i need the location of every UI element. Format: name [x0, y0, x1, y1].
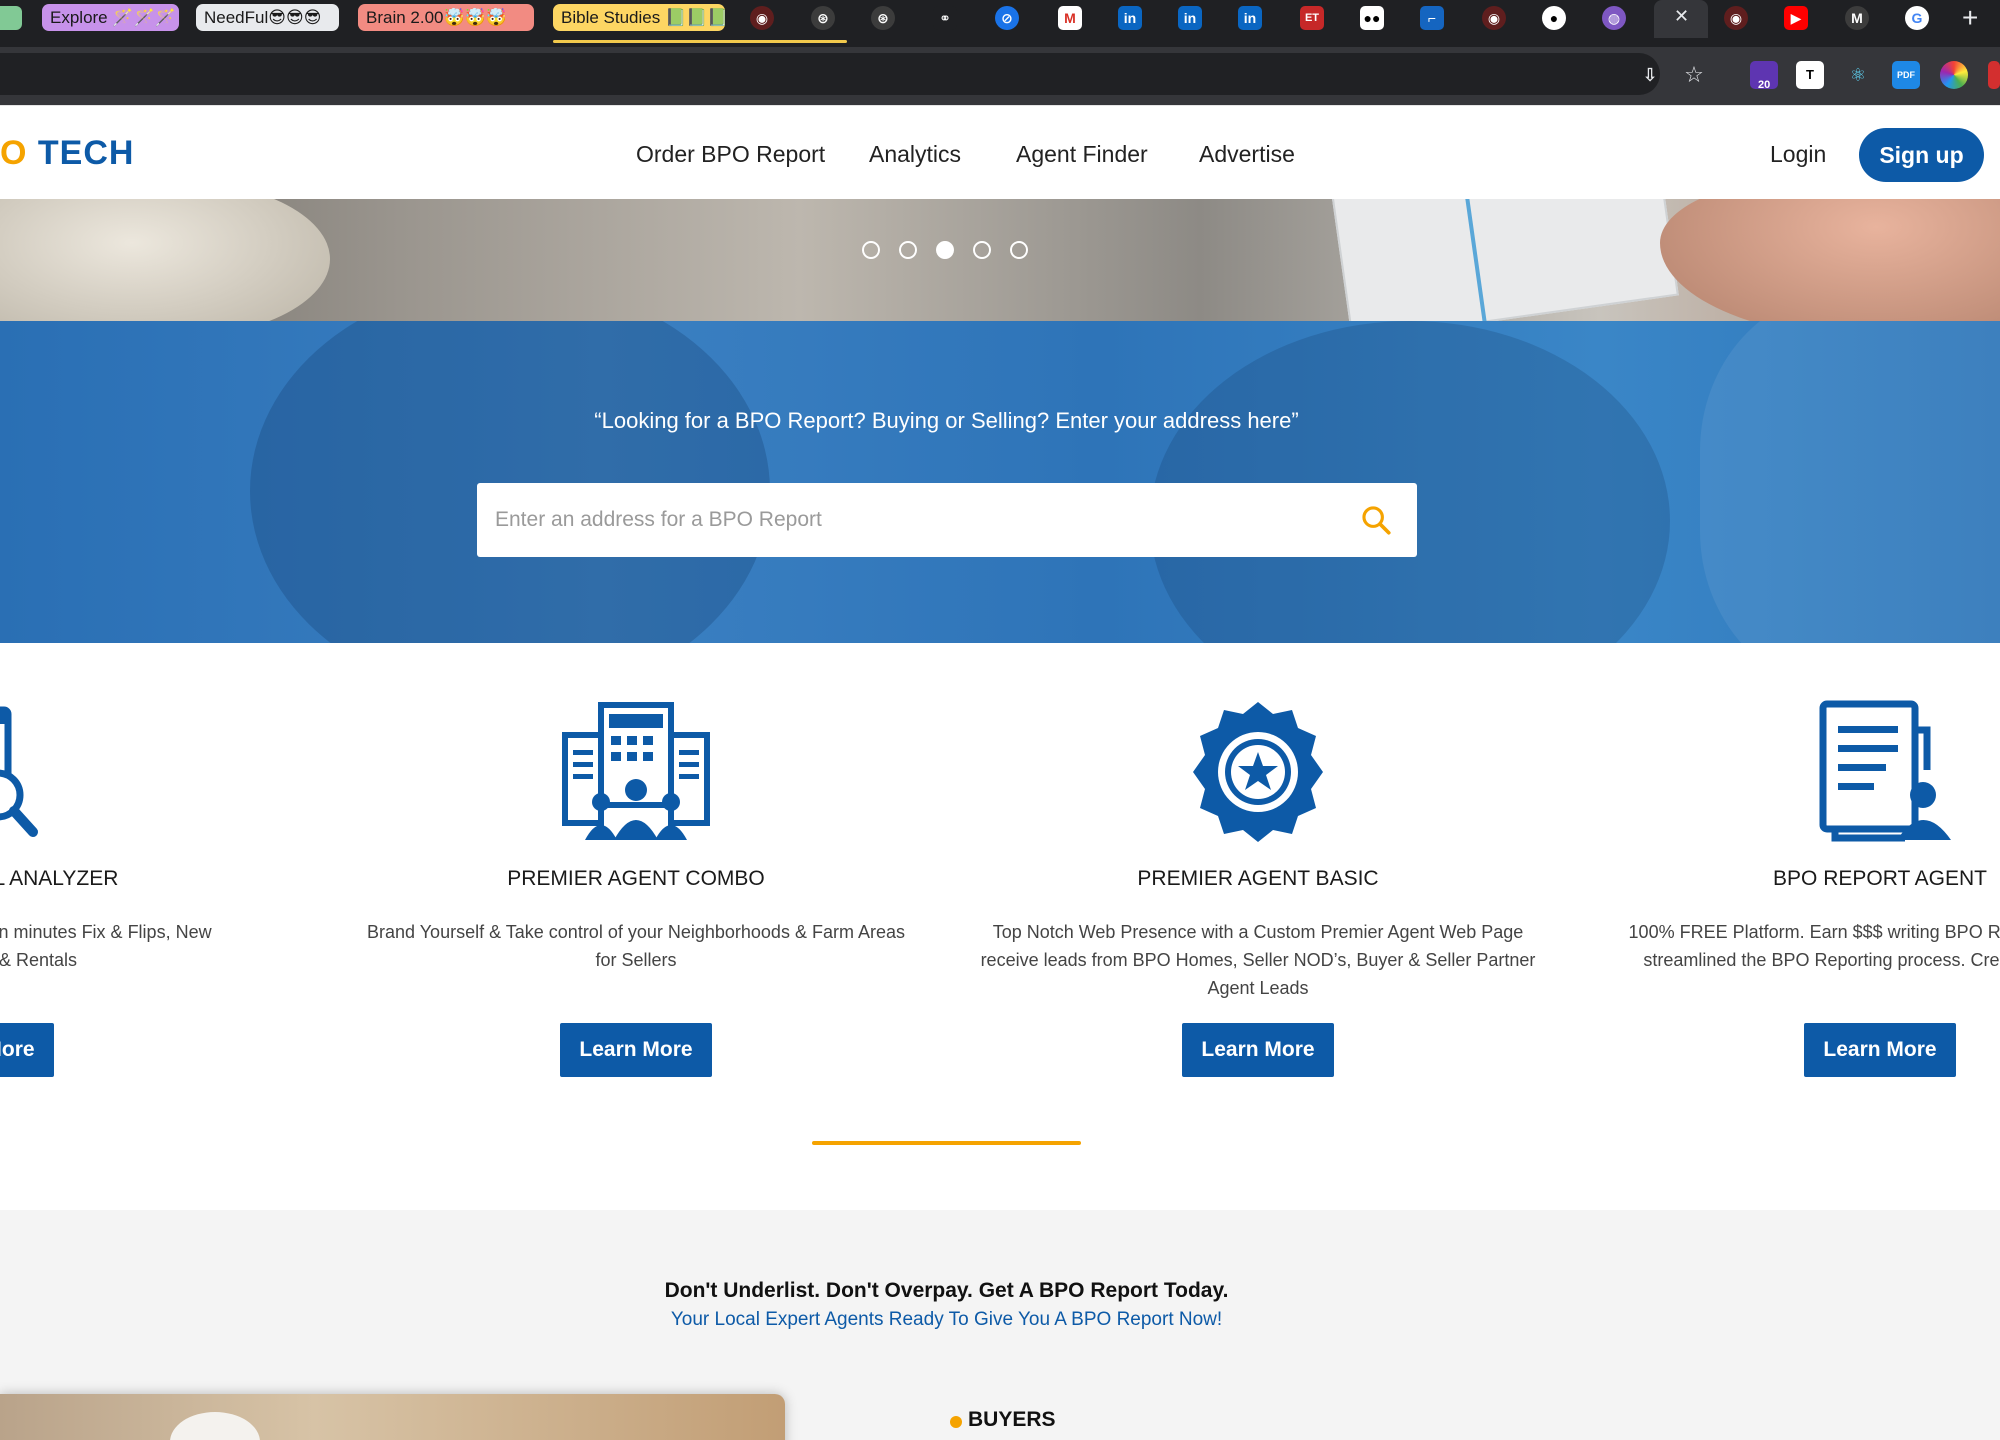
search-icon[interactable]	[1359, 503, 1393, 537]
install-app-icon[interactable]: ⇩	[1636, 61, 1664, 89]
extension-red-icon[interactable]	[1988, 61, 2000, 89]
logo-text: TECH	[37, 134, 135, 172]
card-title: PREMIER AGENT COMBO	[507, 867, 765, 890]
carousel-dot-5[interactable]	[1010, 241, 1028, 259]
card-description: Analyze Real Estate Deals within minutes…	[0, 922, 212, 970]
tab-favicon-mw-icon[interactable]: M	[1845, 6, 1869, 30]
tab-favicon-gmail-icon[interactable]: M	[1058, 6, 1082, 30]
star-badge-icon	[1193, 702, 1323, 842]
tab-favicon-record-icon-2[interactable]: ◉	[1482, 6, 1506, 30]
buyers-heading: BUYERS	[968, 1408, 1056, 1431]
site-header: O TECH Order BPO Report Analytics Agent …	[0, 105, 2000, 199]
document-agent-icon	[1819, 700, 1951, 842]
tab-favicon-bracket-icon[interactable]: ⌐	[1420, 6, 1444, 30]
tab-favicon-record-icon-3[interactable]: ◉	[1724, 6, 1748, 30]
carousel-dot-4[interactable]	[973, 241, 991, 259]
nav-advertise[interactable]: Advertise	[1199, 141, 1295, 168]
carousel-dot-2[interactable]	[899, 241, 917, 259]
tab-favicon-compass-icon[interactable]: ⊘	[995, 6, 1019, 30]
tab-group-needful[interactable]: NeedFul😎😎😎	[196, 4, 339, 31]
active-tab[interactable]: ✕	[1654, 0, 1708, 38]
cta-subtitle: Your Local Expert Agents Ready To Give Y…	[670, 1309, 1223, 1330]
tab-group-explore[interactable]: Explore 🪄🪄🪄	[42, 4, 179, 31]
tab-favicon-linkedin-icon[interactable]: in	[1118, 6, 1142, 30]
carousel-dot-1[interactable]	[862, 241, 880, 259]
card-description: Brand Yourself & Take control of your Ne…	[367, 922, 905, 970]
active-tab-group-underline	[553, 40, 847, 43]
extension-hat-icon[interactable]: 20	[1750, 61, 1778, 91]
search-prompt: “Looking for a BPO Report? Buying or Sel…	[594, 408, 1299, 433]
tab-favicon-et-icon[interactable]: ET	[1300, 6, 1324, 30]
bookmark-star-icon[interactable]: ☆	[1680, 61, 1708, 89]
hero-sleeve-image	[0, 199, 330, 321]
login-link[interactable]: Login	[1770, 141, 1826, 168]
card-description: 100% FREE Platform. Earn $$$ writing BPO…	[1628, 922, 2000, 970]
tab-group-brain[interactable]: Brain 2.00🤯🤯🤯	[358, 4, 534, 31]
address-search-input[interactable]	[495, 483, 1355, 557]
banner-photo-shade-2	[1150, 321, 1670, 643]
tab-favicon-circle-icon[interactable]: ◍	[1602, 6, 1626, 30]
card-investor-deal-analyzer: INVESTOR DEAL ANALYZER Analyze Real Esta…	[0, 700, 278, 1090]
tab-favicon-google-icon[interactable]: G	[1905, 6, 1929, 30]
carousel-dot-3[interactable]	[936, 241, 954, 259]
nav-order-bpo-report[interactable]: Order BPO Report	[636, 141, 825, 168]
buyers-bullet	[950, 1416, 962, 1428]
card-premier-agent-combo: PREMIER AGENT COMBO Brand Yourself & Tak…	[336, 700, 936, 1090]
tab-group-bible-studies[interactable]: Bible Studies 📗📗📗	[553, 4, 725, 31]
cta-section: Don't Underlist. Don't Overpay. Get A BP…	[0, 1210, 2000, 1440]
learn-more-button[interactable]: Learn More	[560, 1023, 712, 1077]
tab-favicon-github-icon[interactable]: ●	[1542, 6, 1566, 30]
address-search-box	[477, 483, 1417, 557]
tab-favicon-linkedin-icon-2[interactable]: in	[1178, 6, 1202, 30]
hero-carousel	[0, 199, 2000, 321]
tab-favicon-linkedin-icon-3[interactable]: in	[1238, 6, 1262, 30]
extension-t-icon[interactable]: T	[1796, 61, 1824, 89]
hero-paper-image	[1331, 199, 1679, 321]
site-logo[interactable]: O TECH	[0, 134, 134, 173]
report-magnifier-icon	[0, 706, 38, 837]
extension-color-icon[interactable]	[1940, 61, 1968, 89]
coffee-table-photo	[0, 1394, 785, 1440]
logo-mark: O	[0, 134, 28, 172]
tab-group-indicator[interactable]	[0, 6, 22, 30]
building-team-icon	[562, 702, 710, 840]
nav-agent-finder[interactable]: Agent Finder	[1016, 141, 1148, 168]
card-title: INVESTOR DEAL ANALYZER	[0, 867, 119, 890]
card-title: BPO REPORT AGENT	[1773, 867, 1987, 890]
extension-react-icon[interactable]: ⚛	[1844, 61, 1872, 89]
carousel-dots	[862, 241, 1028, 259]
card-description: Top Notch Web Presence with a Custom Pre…	[980, 922, 1536, 998]
learn-more-button[interactable]: Learn More	[1182, 1023, 1334, 1077]
card-bpo-report-agent: BPO REPORT AGENT 100% FREE Platform. Ear…	[1580, 700, 2000, 1090]
address-bar[interactable]	[0, 53, 1660, 95]
tab-favicon-openai-icon[interactable]: ⊛	[811, 6, 835, 30]
tab-close-icon[interactable]: ✕	[1674, 6, 1689, 27]
card-title: PREMIER AGENT BASIC	[1137, 867, 1379, 890]
banner-photo-shade-3	[1700, 321, 2000, 643]
section-divider	[812, 1141, 1081, 1145]
signup-button[interactable]: Sign up	[1859, 128, 1984, 182]
browser-toolbar: ⇩ ☆ 20 T ⚛ PDF	[0, 47, 2000, 105]
learn-more-button[interactable]: Learn More	[0, 1023, 54, 1077]
hero-hand-image	[1660, 199, 2000, 321]
browser-tab-strip: Explore 🪄🪄🪄 NeedFul😎😎😎 Brain 2.00🤯🤯🤯 Bib…	[0, 0, 2000, 47]
cta-title: Don't Underlist. Don't Overpay. Get A BP…	[664, 1279, 1229, 1302]
search-banner: “Looking for a BPO Report? Buying or Sel…	[0, 321, 2000, 643]
card-premier-agent-basic: PREMIER AGENT BASIC Top Notch Web Presen…	[958, 700, 1558, 1090]
learn-more-button[interactable]: Learn More	[1804, 1023, 1956, 1077]
tab-favicon-medium-icon[interactable]: ●●	[1360, 6, 1384, 30]
tab-favicon-youtube-icon[interactable]: ▶	[1784, 6, 1808, 30]
tab-favicon-link-icon[interactable]: ⚭	[933, 6, 957, 30]
nav-analytics[interactable]: Analytics	[869, 141, 961, 168]
extension-pdf-icon[interactable]: PDF	[1892, 61, 1920, 89]
tab-favicon-openai-icon-2[interactable]: ⊛	[871, 6, 895, 30]
new-tab-button[interactable]: +	[1962, 2, 1978, 34]
extension-badge: 20	[1758, 79, 1771, 91]
tab-favicon-record-icon[interactable]: ◉	[750, 6, 774, 30]
banner-photo-shade	[250, 321, 770, 643]
